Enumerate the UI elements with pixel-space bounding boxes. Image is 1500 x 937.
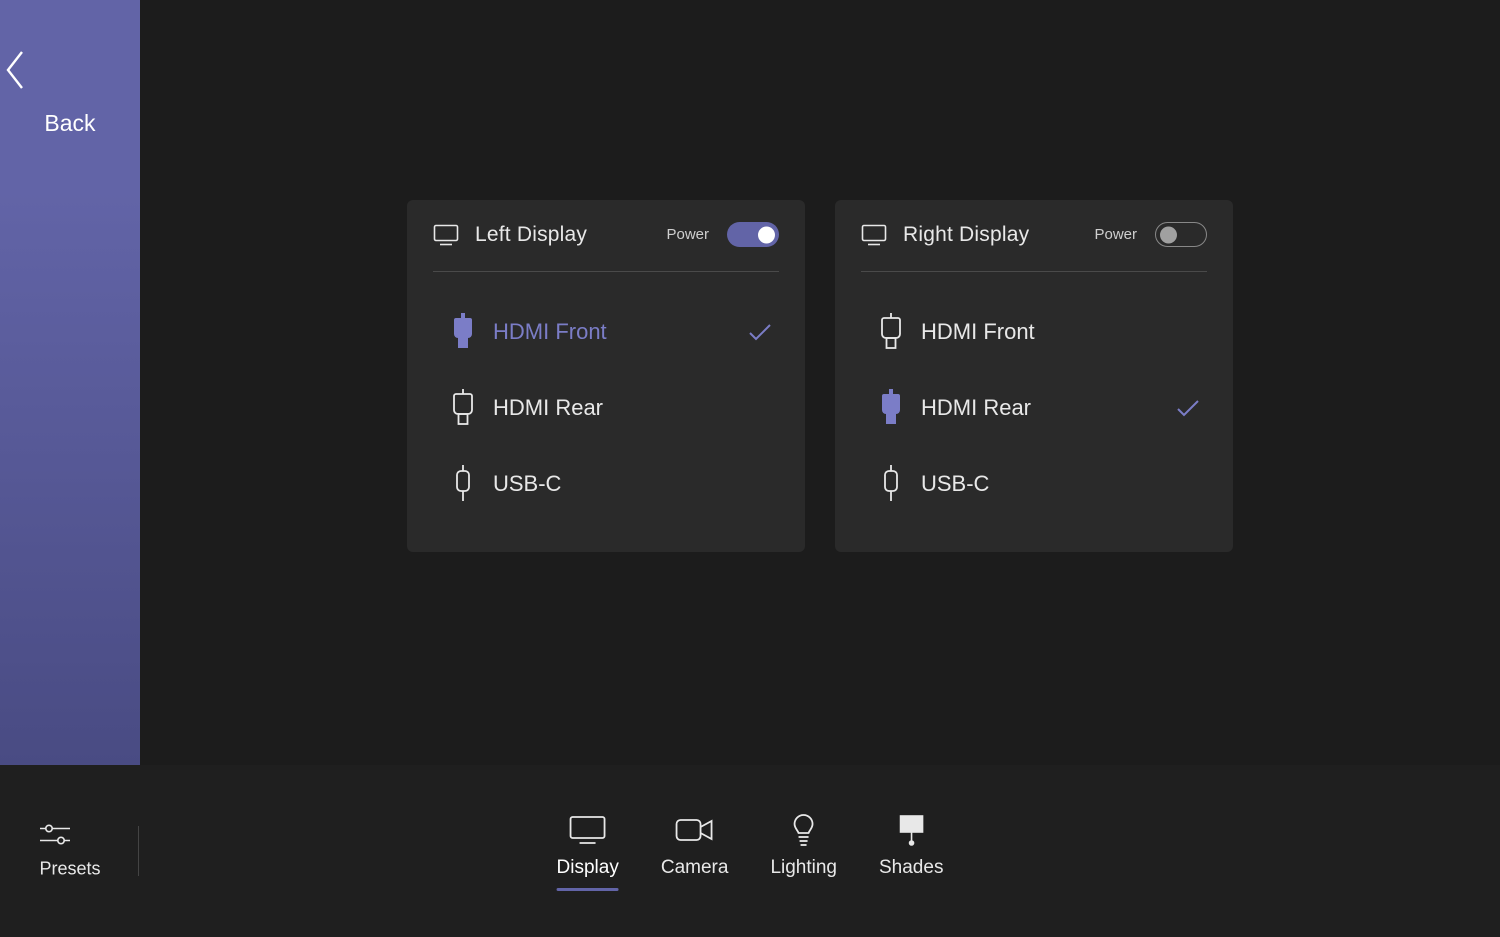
hdmi-icon [433,389,493,427]
source-usb-c[interactable]: USB-C [433,446,779,522]
nav-label: Shades [879,857,943,879]
nav-display[interactable]: Display [557,813,619,889]
monitor-icon [861,224,887,246]
camera-icon [675,813,715,847]
card-title: Left Display [475,223,666,247]
card-header: Left Display Power [433,222,779,272]
card-right-display: Right Display Power HDMI Front [835,200,1233,552]
back-label: Back [0,110,140,137]
back-button[interactable]: Back [0,48,140,137]
hdmi-icon [433,313,493,351]
main-content: Left Display Power HDMI Front [140,0,1500,765]
power-toggle[interactable] [727,222,779,247]
source-hdmi-front[interactable]: HDMI Front [433,294,779,370]
usbc-icon [433,465,493,503]
nav-camera[interactable]: Camera [661,813,729,889]
source-label: HDMI Front [921,319,1207,345]
power-toggle[interactable] [1155,222,1207,247]
source-label: HDMI Front [493,319,747,345]
nav-lighting[interactable]: Lighting [770,813,837,889]
source-list: HDMI Front HDMI Rear [433,272,779,522]
presets-button[interactable]: Presets [38,823,102,880]
power-label: Power [666,226,709,243]
hdmi-icon [861,389,921,427]
bottom-nav: Display Camera Lighting [557,813,944,889]
sidebar: Back [0,0,140,765]
nav-label: Lighting [770,857,837,879]
source-label: USB-C [493,471,779,497]
card-left-display: Left Display Power HDMI Front [407,200,805,552]
source-label: HDMI Rear [921,395,1175,421]
lightbulb-icon [791,813,817,847]
source-list: HDMI Front HDMI Rear [861,272,1207,522]
power-label: Power [1094,226,1137,243]
source-usb-c[interactable]: USB-C [861,446,1207,522]
source-label: HDMI Rear [493,395,779,421]
display-icon [569,813,607,847]
source-hdmi-rear[interactable]: HDMI Rear [861,370,1207,446]
sliders-icon [38,823,102,847]
nav-label: Display [557,857,619,879]
source-hdmi-rear[interactable]: HDMI Rear [433,370,779,446]
card-title: Right Display [903,223,1094,247]
nav-label: Camera [661,857,729,879]
check-icon [1175,398,1201,418]
usbc-icon [861,465,921,503]
card-header: Right Display Power [861,222,1207,272]
chevron-left-icon [0,48,140,92]
monitor-icon [433,224,459,246]
divider [138,826,139,876]
source-label: USB-C [921,471,1207,497]
shades-icon [897,813,925,847]
source-hdmi-front[interactable]: HDMI Front [861,294,1207,370]
bottom-bar: Presets Display Camera [0,765,1500,937]
presets-label: Presets [38,859,102,880]
nav-shades[interactable]: Shades [879,813,943,889]
check-icon [747,322,773,342]
hdmi-icon [861,313,921,351]
